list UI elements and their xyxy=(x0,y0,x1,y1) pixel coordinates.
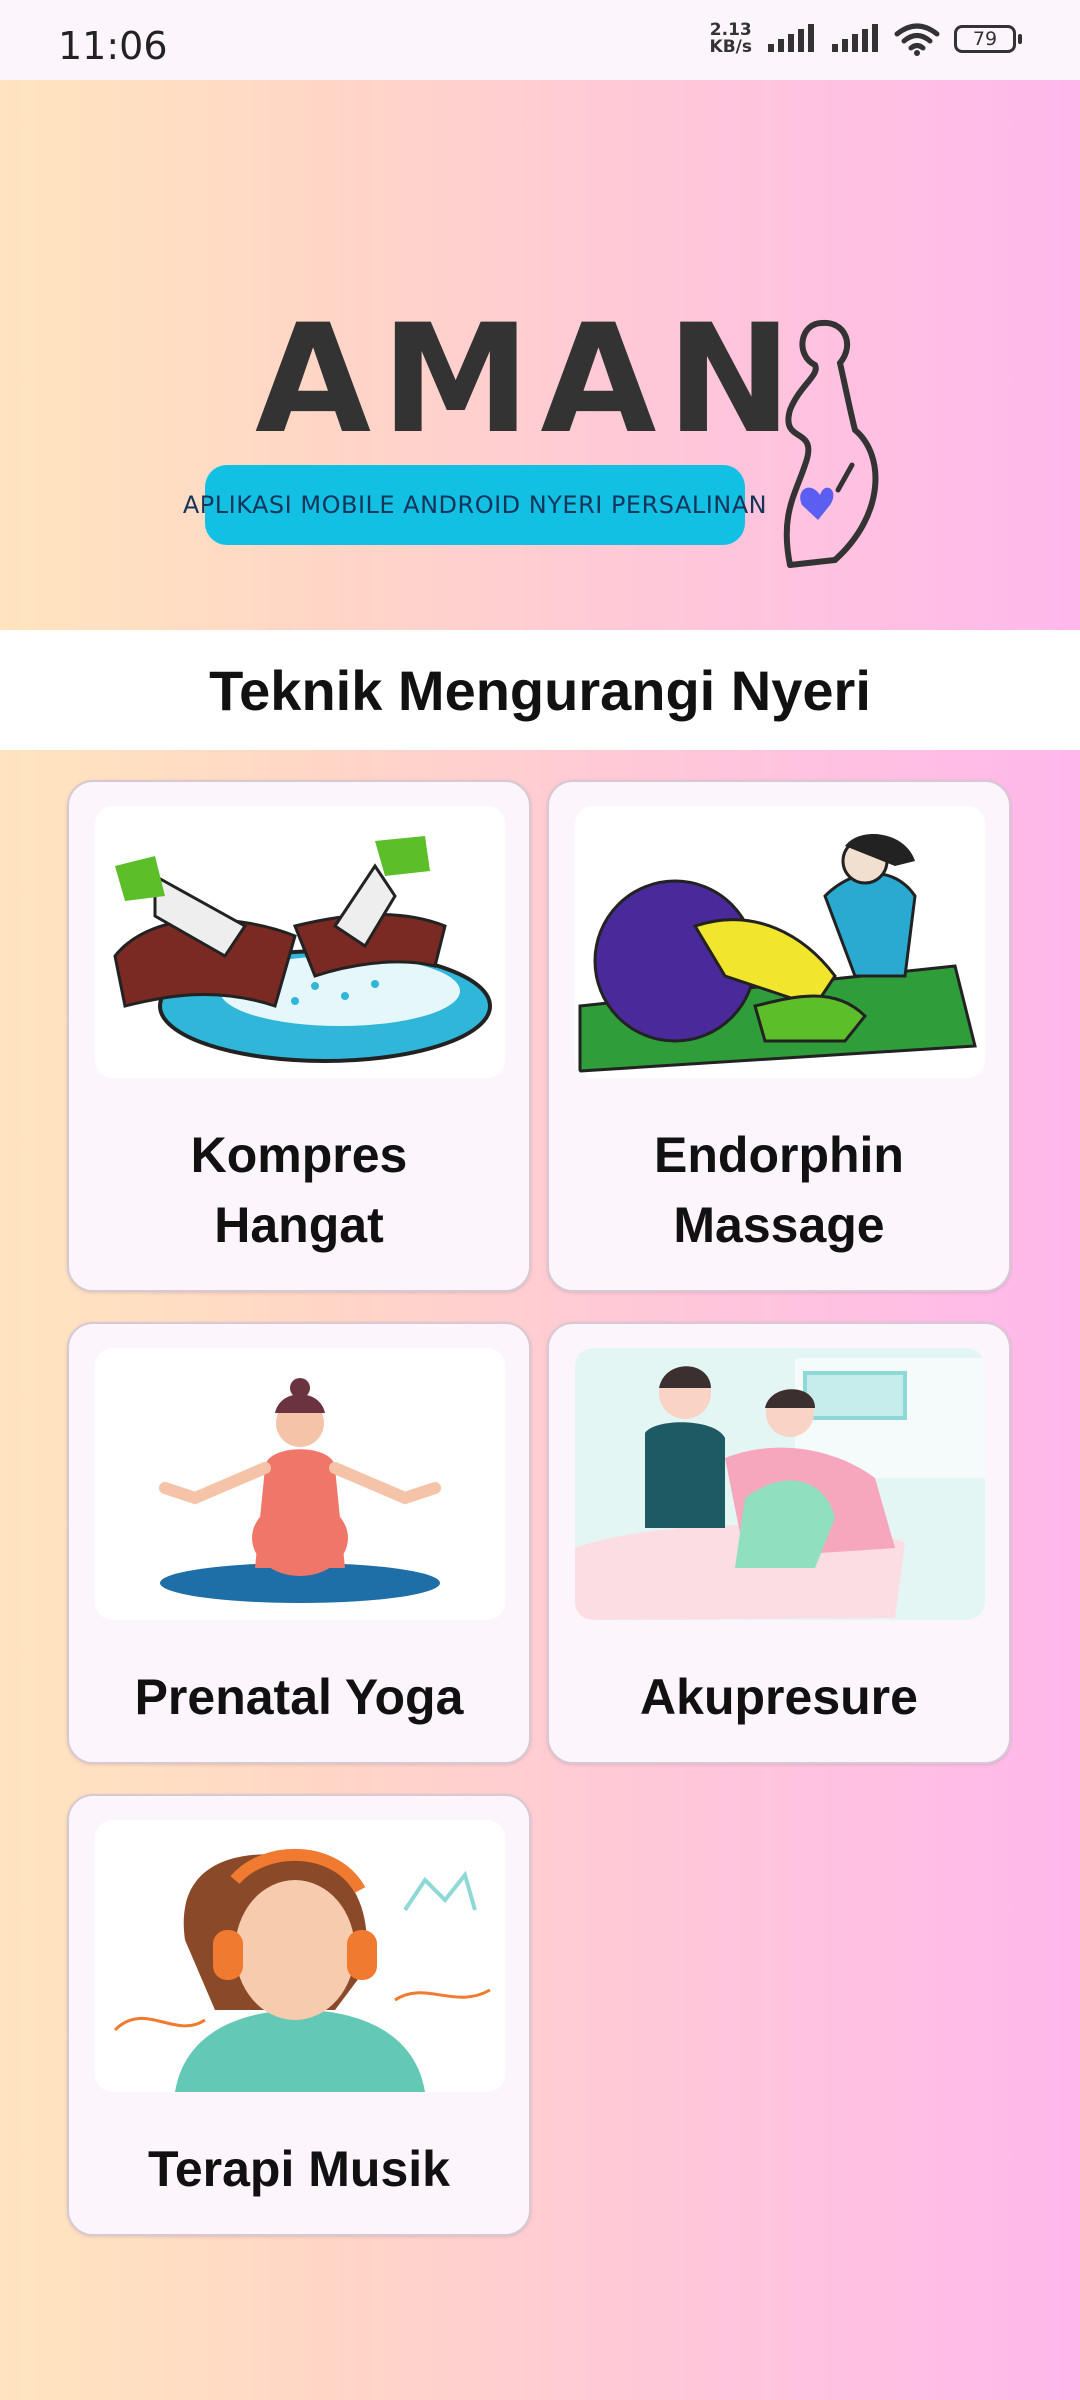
status-bar: 11:06 2.13 KB/s 79 xyxy=(0,0,1080,80)
massage-illustration xyxy=(575,806,985,1078)
card-label: Akupresure xyxy=(640,1669,918,1725)
card-label: Terapi Musik xyxy=(148,2141,450,2197)
app-logo-subtitle: APLIKASI MOBILE ANDROID NYERI PERSALINAN xyxy=(182,491,768,519)
warm-compress-illustration xyxy=(95,806,505,1078)
status-icons: 2.13 KB/s 79 xyxy=(710,22,1022,56)
card-label: Prenatal Yoga xyxy=(134,1669,464,1725)
music-therapy-image xyxy=(95,1820,505,2092)
card-label: Kompres Hangat xyxy=(69,1120,529,1260)
battery-level: 79 xyxy=(972,28,998,50)
card-terapi-musik[interactable]: Terapi Musik xyxy=(67,1794,531,2236)
card-label: Endorphin Massage xyxy=(549,1120,1009,1260)
battery-icon: 79 xyxy=(954,25,1022,53)
acupressure-illustration xyxy=(575,1348,985,1620)
section-title: Teknik Mengurangi Nyeri xyxy=(209,658,871,722)
signal-icon xyxy=(832,24,878,52)
wifi-icon xyxy=(894,23,940,56)
pregnant-woman-logo-icon xyxy=(783,319,879,568)
network-speed: 2.13 KB/s xyxy=(710,22,752,56)
network-speed-unit: KB/s xyxy=(709,37,752,57)
card-kompres-hangat[interactable]: Kompres Hangat xyxy=(67,780,531,1292)
card-label-line2: Hangat xyxy=(214,1197,384,1253)
signal-icon xyxy=(768,24,814,52)
yoga-image xyxy=(95,1348,505,1620)
app-logo-title: AMAN xyxy=(255,293,802,467)
yoga-illustration xyxy=(95,1348,505,1620)
card-endorphin-massage[interactable]: Endorphin Massage xyxy=(547,780,1011,1292)
app-banner: AMAN APLIKASI MOBILE ANDROID NYERI PERSA… xyxy=(0,80,1080,630)
card-prenatal-yoga[interactable]: Prenatal Yoga xyxy=(67,1322,531,1764)
massage-image xyxy=(575,806,985,1078)
warm-compress-image xyxy=(95,806,505,1078)
app-logo-pill: APLIKASI MOBILE ANDROID NYERI PERSALINAN xyxy=(183,465,767,545)
card-akupresure[interactable]: Akupresure xyxy=(547,1322,1011,1764)
section-header: Teknik Mengurangi Nyeri xyxy=(0,630,1080,750)
acupressure-image xyxy=(575,1348,985,1620)
status-time: 11:06 xyxy=(58,24,168,68)
card-label-line1: Kompres xyxy=(190,1127,408,1183)
card-label-line2: Massage xyxy=(673,1197,885,1253)
card-label-line1: Endorphin xyxy=(654,1127,904,1183)
music-therapy-illustration xyxy=(95,1820,505,2092)
